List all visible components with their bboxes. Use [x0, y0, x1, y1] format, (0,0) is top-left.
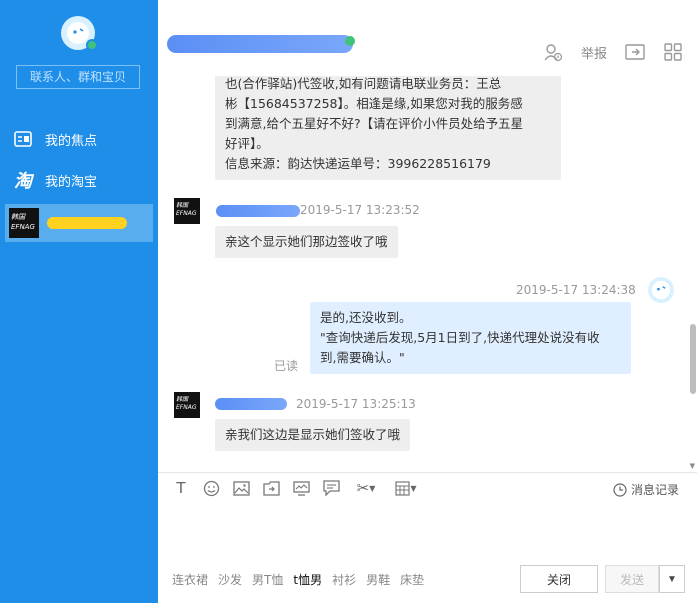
focus-icon: [13, 129, 33, 149]
quick-word[interactable]: 男鞋: [366, 571, 390, 588]
contact-search-input[interactable]: 联系人、群和宝贝: [16, 65, 140, 89]
quick-word[interactable]: 男T恤: [252, 571, 283, 588]
message-timestamp: 2019-5-17 13:24:38: [516, 283, 636, 297]
contact-name-redaction: [47, 217, 127, 229]
scissors-icon[interactable]: ✂ ▼: [352, 479, 380, 497]
share-icon[interactable]: [625, 42, 645, 62]
user-avatar[interactable]: [61, 16, 98, 51]
nav-my-taobao[interactable]: 淘 我的淘宝: [0, 162, 158, 198]
message-history-label: 消息记录: [630, 483, 679, 497]
my-avatar: [648, 277, 674, 303]
message-timestamp: 2019-5-17 13:25:13: [296, 397, 416, 411]
quick-word[interactable]: 连衣裙: [172, 571, 208, 588]
message-line: 也(合作驿站)代签收,如有问题请电联业务员：王总: [225, 76, 502, 91]
image-icon[interactable]: [232, 479, 250, 497]
shop-logo: 韩国 EFNAG: [9, 208, 39, 238]
compose-toolbar: T ✂ ▼ ▼ 消息记录: [158, 472, 697, 504]
nav-my-focus-label: 我的焦点: [45, 133, 98, 149]
sidebar: 联系人、群和宝贝 我的焦点 淘 我的淘宝 韩国 EFNAG: [0, 0, 158, 603]
message-bubble: 也(合作驿站)代签收,如有问题请电联业务员：王总 彬【15684537258】。…: [215, 76, 561, 180]
folder-icon[interactable]: [262, 479, 280, 497]
message-line: 到满意,给个五星好不好?【请在评价小件员处给予五星: [225, 116, 524, 131]
quick-word[interactable]: 沙发: [218, 571, 242, 588]
chat-window: 联系人、群和宝贝 我的焦点 淘 我的淘宝 韩国 EFNAG 举报 也(合作驿站)…: [0, 0, 697, 603]
message-bubble: 亲这个显示她们那边签收了哦: [215, 226, 398, 258]
nav-my-taobao-label: 我的淘宝: [45, 174, 98, 190]
message-history-button[interactable]: 消息记录: [613, 481, 679, 498]
sender-name-redaction: [215, 398, 287, 410]
message-scrollbar[interactable]: [690, 324, 696, 394]
avatar-face-icon: [651, 280, 671, 300]
grid-icon[interactable]: ▼: [392, 479, 420, 497]
emoji-icon[interactable]: [202, 479, 220, 497]
shop-logo: 韩国 EFNAG: [174, 392, 200, 418]
apps-icon[interactable]: [663, 42, 683, 62]
chat-title-redaction: [167, 35, 353, 53]
contact-item-active[interactable]: 韩国 EFNAG: [5, 204, 153, 242]
send-button[interactable]: 发送: [605, 565, 659, 593]
scroll-down-icon[interactable]: ▼: [690, 462, 695, 470]
message-line: 到,需要确认。": [320, 350, 405, 365]
taobao-icon: 淘: [14, 171, 32, 192]
quick-word[interactable]: 衬衫: [332, 571, 356, 588]
message-list[interactable]: 也(合作驿站)代签收,如有问题请电联业务员：王总 彬【15684537258】。…: [158, 76, 697, 472]
message-bubble: 亲我们这边是显示她们签收了哦: [215, 419, 411, 451]
message-line: 彬【15684537258】。相逢是缘,如果您对我的服务感: [225, 96, 523, 111]
online-status-icon: [86, 39, 98, 51]
shop-logo: 韩国 EFNAG: [174, 198, 200, 224]
report-button[interactable]: 举报: [581, 43, 607, 62]
sender-name-redaction: [216, 205, 300, 217]
user-add-icon[interactable]: [543, 42, 563, 62]
read-receipt: 已读: [274, 359, 299, 373]
message-line: "查询快递后发现,5月1日到了,快递代理处说没有收: [320, 330, 600, 345]
message-bubble: 是的,还没收到。 "查询快递后发现,5月1日到了,快递代理处说没有收 到,需要确…: [310, 302, 631, 374]
send-options-button[interactable]: ▼: [659, 565, 685, 593]
message-input[interactable]: [158, 504, 697, 564]
message-line: 是的,还没收到。: [320, 310, 412, 325]
contact-online-icon: [345, 36, 355, 46]
clock-icon: [613, 482, 627, 497]
font-icon[interactable]: T: [172, 479, 190, 497]
close-button[interactable]: 关闭: [520, 565, 598, 593]
quick-word[interactable]: 床垫: [400, 571, 424, 588]
screen-icon[interactable]: [292, 479, 310, 497]
message-line: 好评】。: [225, 136, 269, 151]
comment-icon[interactable]: [322, 479, 340, 497]
message-timestamp: 2019-5-17 13:23:52: [300, 203, 420, 217]
message-line: 信息来源：韵达快递运单号：3996228516179: [225, 156, 491, 171]
chat-header: 举报: [158, 0, 697, 76]
quick-word[interactable]: t恤男: [293, 571, 322, 588]
nav-my-focus[interactable]: 我的焦点: [0, 121, 158, 157]
quick-words-bar: 连衣裙 沙发 男T恤 t恤男 衬衫 男鞋 床垫: [172, 571, 424, 588]
